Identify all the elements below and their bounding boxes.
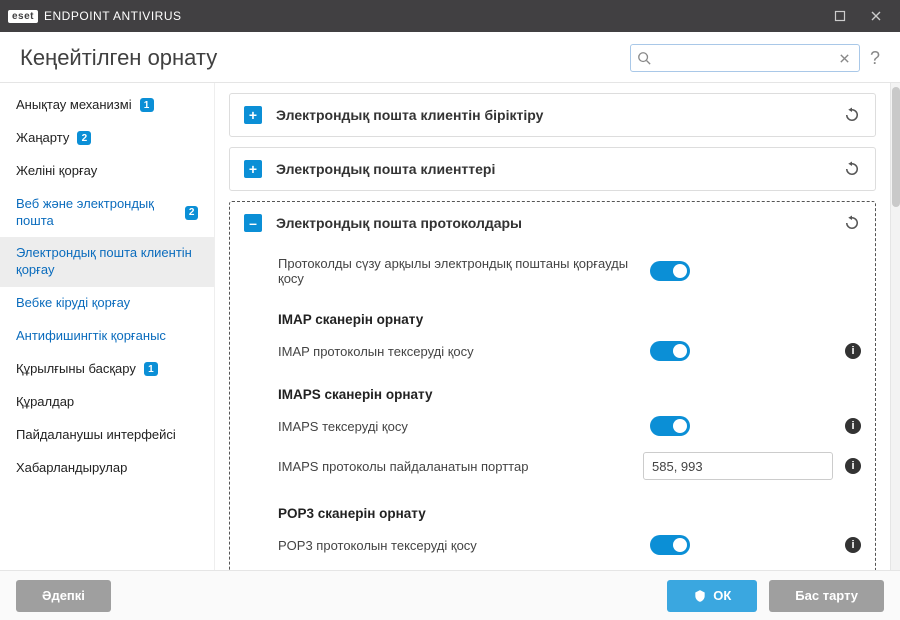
- sidebar-item-label: Жаңарту: [16, 130, 69, 147]
- close-icon: [870, 10, 882, 22]
- main-area: Анықтау механизмі 1 Жаңарту 2 Желіні қор…: [0, 83, 900, 570]
- product-name: ENDPOINT ANTIVIRUS: [44, 9, 181, 23]
- sidebar-item-label: Вебке кіруді қорғау: [16, 295, 130, 312]
- reset-button[interactable]: [843, 160, 861, 178]
- row-imap-check: IMAP протоколын тексеруді қосу: [278, 333, 861, 369]
- imaps-ports-input[interactable]: [643, 452, 833, 480]
- badge: 2: [185, 206, 198, 220]
- setting-label: IMAP протоколын тексеруді қосу: [278, 344, 638, 359]
- clear-icon: [839, 53, 850, 64]
- sidebar-item-label: Анықтау механизмі: [16, 97, 132, 114]
- undo-icon: [843, 106, 861, 124]
- button-label: Бас тарту: [795, 588, 858, 603]
- window-controls: [824, 4, 892, 28]
- row-imaps-check: IMAPS тексеруді қосу: [278, 408, 861, 444]
- sidebar-item-network[interactable]: Желіні қорғау: [0, 155, 214, 188]
- undo-icon: [843, 160, 861, 178]
- default-button[interactable]: Әдепкі: [16, 580, 111, 612]
- row-imaps-ports: IMAPS протоколы пайдаланатын порттар: [278, 444, 861, 488]
- sidebar-item-label: Желіні қорғау: [16, 163, 97, 180]
- group-imap: IMAP сканерін орнату: [278, 294, 861, 333]
- brand: eset ENDPOINT ANTIVIRUS: [8, 9, 181, 23]
- sidebar-item-update[interactable]: Жаңарту 2: [0, 122, 214, 155]
- section-email-clients: + Электрондық пошта клиенттері: [229, 147, 876, 191]
- badge: 1: [140, 98, 154, 112]
- ok-button[interactable]: ОК: [667, 580, 757, 612]
- row-enable-filter: Протоколды сүзу арқылы электрондық пошта…: [278, 248, 861, 294]
- setting-label: IMAPS тексеруді қосу: [278, 419, 638, 434]
- expand-icon[interactable]: +: [244, 106, 262, 124]
- sidebar-item-tools[interactable]: Құралдар: [0, 386, 214, 419]
- section-title: Электрондық пошта клиенттері: [276, 161, 829, 177]
- search-box[interactable]: [630, 44, 860, 72]
- search-clear-button[interactable]: [839, 53, 859, 64]
- section-header[interactable]: + Электрондық пошта клиентін біріктіру: [230, 94, 875, 136]
- reset-button[interactable]: [843, 106, 861, 124]
- brand-tag: eset: [8, 10, 38, 23]
- search-input[interactable]: [657, 50, 839, 67]
- group-imaps: IMAPS сканерін орнату: [278, 369, 861, 408]
- button-label: ОК: [713, 588, 731, 603]
- info-icon[interactable]: [845, 418, 861, 434]
- group-pop3: POP3 сканерін орнату: [278, 488, 861, 527]
- sidebar-item-label: Пайдаланушы интерфейсі: [16, 427, 176, 444]
- sidebar-item-label: Электрондық пошта клиентін қорғау: [16, 245, 198, 279]
- toggle-imaps-check[interactable]: [650, 416, 690, 436]
- sidebar-item-email-client-protection[interactable]: Электрондық пошта клиентін қорғау: [0, 237, 214, 287]
- sidebar-item-label: Антифишингтік қорғаныс: [16, 328, 166, 345]
- section-body: Протоколды сүзу арқылы электрондық пошта…: [230, 244, 875, 570]
- row-pop3-check: POP3 протоколын тексеруді қосу: [278, 527, 861, 563]
- sidebar-item-antiphishing[interactable]: Антифишингтік қорғаныс: [0, 320, 214, 353]
- badge: 1: [144, 362, 158, 376]
- shield-icon: [693, 589, 707, 603]
- window-maximize-button[interactable]: [824, 4, 856, 28]
- section-header[interactable]: – Электрондық пошта протоколдары: [230, 202, 875, 244]
- section-title: Электрондық пошта протоколдары: [276, 215, 829, 231]
- header: Кеңейтілген орнату ?: [0, 32, 900, 83]
- section-header[interactable]: + Электрондық пошта клиенттері: [230, 148, 875, 190]
- window-close-button[interactable]: [860, 4, 892, 28]
- scrollbar-track[interactable]: [890, 83, 900, 570]
- section-email-integration: + Электрондық пошта клиентін біріктіру: [229, 93, 876, 137]
- undo-icon: [843, 214, 861, 232]
- toggle-pop3-check[interactable]: [650, 535, 690, 555]
- collapse-icon[interactable]: –: [244, 214, 262, 232]
- sidebar-item-detection[interactable]: Анықтау механизмі 1: [0, 89, 214, 122]
- info-icon[interactable]: [845, 458, 861, 474]
- reset-button[interactable]: [843, 214, 861, 232]
- content-wrap: + Электрондық пошта клиентін біріктіру +…: [215, 83, 900, 570]
- scrollbar-thumb[interactable]: [892, 87, 900, 207]
- sidebar-item-label: Құрылғыны басқару: [16, 361, 136, 378]
- sidebar-item-web-access[interactable]: Вебке кіруді қорғау: [0, 287, 214, 320]
- button-label: Әдепкі: [42, 588, 85, 603]
- section-email-protocols: – Электрондық пошта протоколдары Протоко…: [229, 201, 876, 570]
- footer: Әдепкі ОК Бас тарту: [0, 570, 900, 620]
- info-icon[interactable]: [845, 537, 861, 553]
- info-icon[interactable]: [845, 343, 861, 359]
- sidebar-item-notifications[interactable]: Хабарландырулар: [0, 452, 214, 485]
- sidebar-item-label: Хабарландырулар: [16, 460, 127, 477]
- expand-icon[interactable]: +: [244, 160, 262, 178]
- section-title: Электрондық пошта клиентін біріктіру: [276, 107, 829, 123]
- help-button[interactable]: ?: [870, 48, 880, 69]
- setting-label: POP3 протоколын тексеруді қосу: [278, 538, 638, 553]
- search-icon: [637, 51, 651, 65]
- toggle-imap-check[interactable]: [650, 341, 690, 361]
- content: + Электрондық пошта клиентін біріктіру +…: [215, 83, 890, 570]
- titlebar: eset ENDPOINT ANTIVIRUS: [0, 0, 900, 32]
- sidebar-item-label: Веб және электрондық пошта: [16, 196, 177, 230]
- page-title: Кеңейтілген орнату: [20, 45, 217, 71]
- sidebar-item-device-control[interactable]: Құрылғыны басқару 1: [0, 353, 214, 386]
- maximize-icon: [834, 10, 846, 22]
- sidebar-item-ui[interactable]: Пайдаланушы интерфейсі: [0, 419, 214, 452]
- sidebar-item-web-email[interactable]: Веб және электрондық пошта 2: [0, 188, 214, 238]
- badge: 2: [77, 131, 91, 145]
- sidebar: Анықтау механизмі 1 Жаңарту 2 Желіні қор…: [0, 83, 215, 570]
- setting-label: Протоколды сүзу арқылы электрондық пошта…: [278, 256, 638, 286]
- cancel-button[interactable]: Бас тарту: [769, 580, 884, 612]
- sidebar-item-label: Құралдар: [16, 394, 74, 411]
- toggle-enable-filter[interactable]: [650, 261, 690, 281]
- setting-label: IMAPS протоколы пайдаланатын порттар: [278, 459, 631, 474]
